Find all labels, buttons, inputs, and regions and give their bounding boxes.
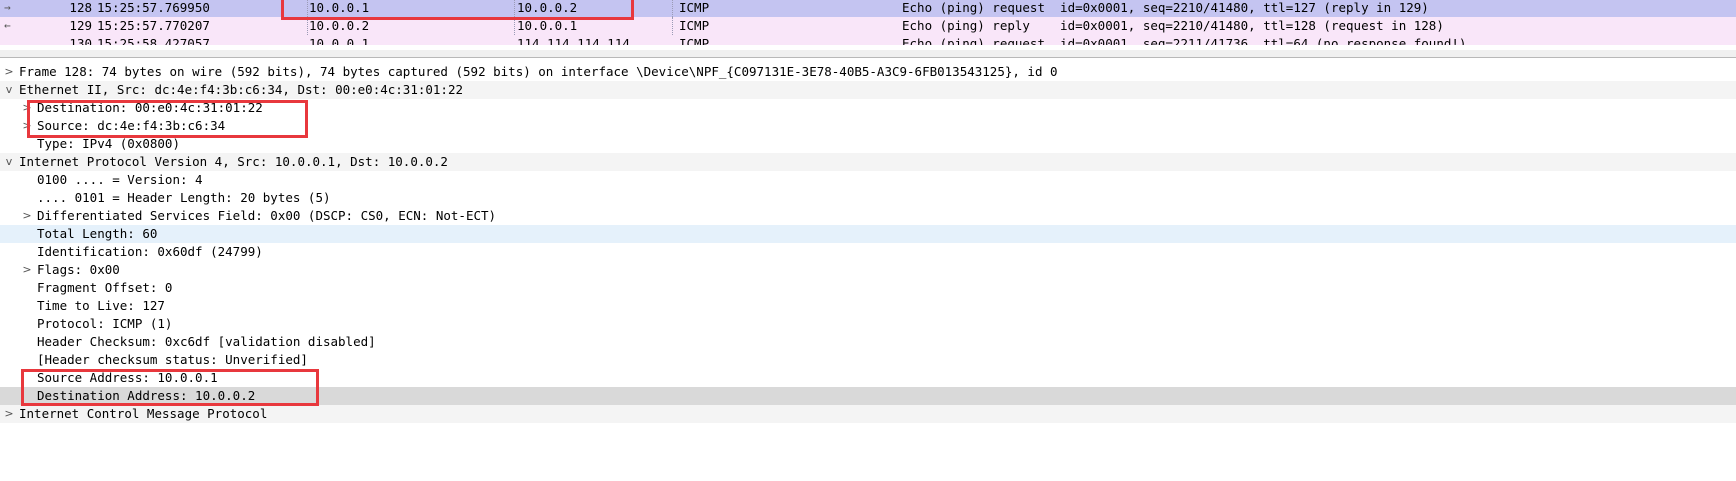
tree-item-ip-flags[interactable]: > Flags: 0x00 [0,261,1736,279]
packet-source: 10.0.0.2 [309,18,370,33]
chevron-right-icon[interactable]: > [21,207,33,225]
tree-item-label: Fragment Offset: 0 [37,280,173,295]
packet-info: Echo (ping) reply id=0x0001, seq=2210/41… [902,18,1444,33]
packet-time: 15:25:57.769950 [97,0,210,15]
tree-item-label: 0100 .... = Version: 4 [37,172,203,187]
tree-item-label: Ethernet II, Src: dc:4e:f4:3b:c6:34, Dst… [19,82,464,97]
tree-item-label: Flags: 0x00 [37,262,120,277]
packet-protocol: ICMP [679,36,710,45]
tree-item-label: Destination Address: 10.0.0.2 [37,388,256,403]
packet-list[interactable]: → 128 15:25:57.769950 10.0.0.1 10.0.0.2 … [0,0,1736,51]
tree-item-ip-source-address[interactable]: Source Address: 10.0.0.1 [0,369,1736,387]
pane-splitter[interactable] [0,50,1736,58]
tree-item-ip-identification[interactable]: Identification: 0x60df (24799) [0,243,1736,261]
tree-item-label: Time to Live: 127 [37,298,165,313]
tree-item-ip-fragment-offset[interactable]: Fragment Offset: 0 [0,279,1736,297]
packet-source: 10.0.0.1 [309,0,370,15]
packet-time: 15:25:58.427057 [97,36,210,45]
packet-destination: 10.0.0.1 [517,18,578,33]
tree-item-label: Source Address: 10.0.0.1 [37,370,218,385]
tree-item-eth-type[interactable]: Type: IPv4 (0x0800) [0,135,1736,153]
chevron-right-icon[interactable]: > [21,99,33,117]
chevron-right-icon[interactable]: > [21,261,33,279]
tree-item-label: [Header checksum status: Unverified] [37,352,308,367]
tree-item-label: Total Length: 60 [37,226,158,241]
tree-item-icmp[interactable]: > Internet Control Message Protocol [0,405,1736,423]
packet-details-tree[interactable]: > Frame 128: 74 bytes on wire (592 bits)… [0,63,1736,481]
chevron-down-icon[interactable]: v [3,153,15,171]
packet-row-selected[interactable]: → 128 15:25:57.769950 10.0.0.1 10.0.0.2 … [0,0,1736,17]
packet-protocol: ICMP [679,18,710,33]
chevron-right-icon[interactable]: > [3,63,15,81]
chevron-right-icon[interactable]: > [3,405,15,423]
tree-item-label: .... 0101 = Header Length: 20 bytes (5) [37,190,331,205]
tree-item-label: Differentiated Services Field: 0x00 (DSC… [37,208,497,223]
tree-item-ip-total-length[interactable]: Total Length: 60 [0,225,1736,243]
packet-destination: 10.0.0.2 [517,0,578,15]
tree-item-ip-ttl[interactable]: Time to Live: 127 [0,297,1736,315]
tree-item-label: Type: IPv4 (0x0800) [37,136,180,151]
chevron-right-icon[interactable]: > [21,117,33,135]
chevron-down-icon[interactable]: v [3,81,15,99]
tree-item-ip-version[interactable]: 0100 .... = Version: 4 [0,171,1736,189]
packet-source: 10.0.0.1 [309,36,370,45]
packet-no: 130 [69,36,92,45]
tree-item-ip-dsfield[interactable]: > Differentiated Services Field: 0x00 (D… [0,207,1736,225]
packet-row-partial[interactable]: 130 15:25:58.427057 10.0.0.1 114.114.114… [0,35,1736,45]
tree-item-label: Identification: 0x60df (24799) [37,244,263,259]
tree-item-label: Protocol: ICMP (1) [37,316,173,331]
reply-arrow-icon: ← [4,19,11,32]
packet-no: 129 [69,18,92,33]
packet-destination: 114.114.114.114 [517,36,630,45]
tree-item-ipv4[interactable]: v Internet Protocol Version 4, Src: 10.0… [0,153,1736,171]
tree-item-eth-destination[interactable]: > Destination: 00:e0:4c:31:01:22 [0,99,1736,117]
packet-info: Echo (ping) request id=0x0001, seq=2211/… [902,36,1467,45]
packet-info: Echo (ping) request id=0x0001, seq=2210/… [902,0,1429,15]
tree-item-ip-checksum-status[interactable]: [Header checksum status: Unverified] [0,351,1736,369]
tree-item-label: Source: dc:4e:f4:3b:c6:34 [37,118,226,133]
tree-item-label: Frame 128: 74 bytes on wire (592 bits), … [19,64,1058,79]
tree-item-ethernet[interactable]: v Ethernet II, Src: dc:4e:f4:3b:c6:34, D… [0,81,1736,99]
tree-item-label: Internet Control Message Protocol [19,406,268,421]
packet-time: 15:25:57.770207 [97,18,210,33]
packet-protocol: ICMP [679,0,710,15]
packet-row[interactable]: ← 129 15:25:57.770207 10.0.0.2 10.0.0.1 … [0,17,1736,35]
tree-item-ip-checksum[interactable]: Header Checksum: 0xc6df [validation disa… [0,333,1736,351]
tree-item-ip-destination-address[interactable]: Destination Address: 10.0.0.2 [0,387,1736,405]
packet-no: 128 [69,0,92,15]
tree-item-frame[interactable]: > Frame 128: 74 bytes on wire (592 bits)… [0,63,1736,81]
tree-item-label: Header Checksum: 0xc6df [validation disa… [37,334,376,349]
request-arrow-icon: → [4,1,11,14]
tree-item-label: Internet Protocol Version 4, Src: 10.0.0… [19,154,448,169]
tree-item-ip-header-length[interactable]: .... 0101 = Header Length: 20 bytes (5) [0,189,1736,207]
tree-item-eth-source[interactable]: > Source: dc:4e:f4:3b:c6:34 [0,117,1736,135]
tree-item-label: Destination: 00:e0:4c:31:01:22 [37,100,263,115]
tree-item-ip-protocol[interactable]: Protocol: ICMP (1) [0,315,1736,333]
